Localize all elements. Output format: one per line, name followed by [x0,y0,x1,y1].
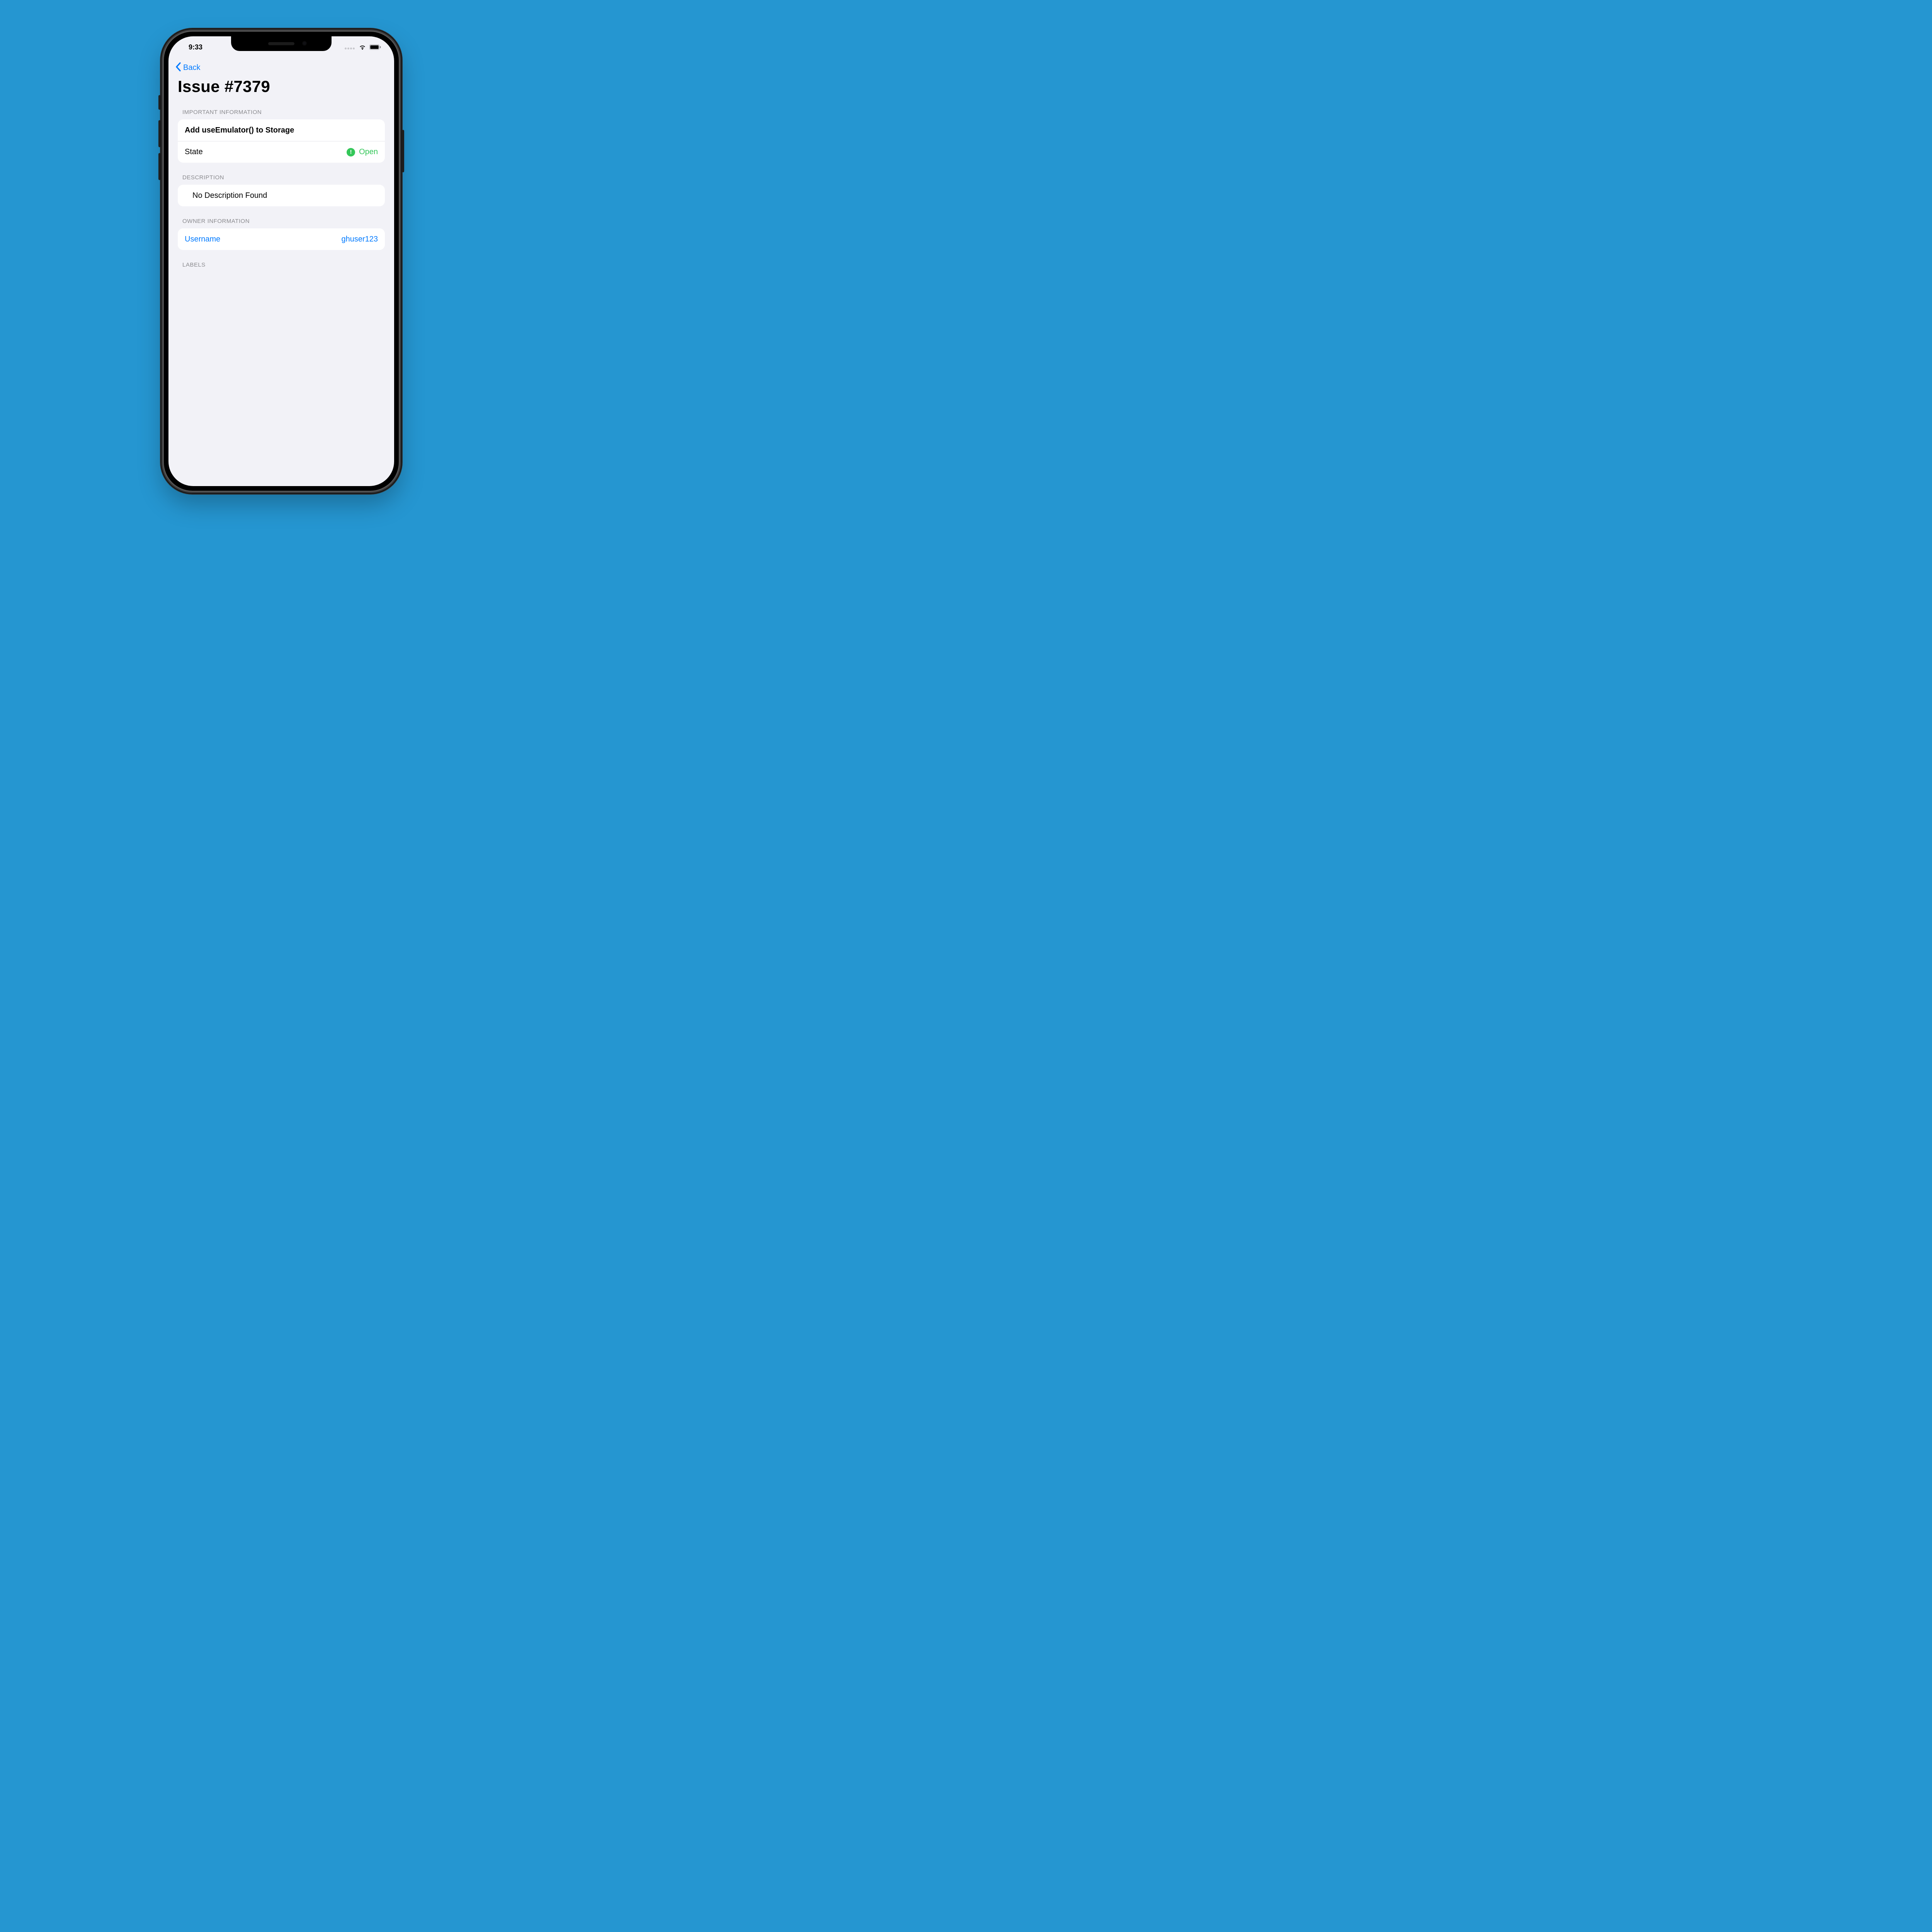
status-time: 9:33 [185,43,202,51]
volume-down-button [158,153,161,180]
state-label: State [185,148,203,156]
section-header-description: DESCRIPTION [178,169,385,185]
card-owner: Username ghuser123 [178,228,385,250]
state-value: Open [359,148,378,156]
section-description: DESCRIPTION No Description Found [168,167,394,210]
speaker-grill [268,42,294,45]
card-important: Add useEmulator() to Storage State ! Ope… [178,119,385,163]
section-header-owner: OWNER INFORMATION [178,213,385,228]
phone-notch [231,36,332,51]
mute-switch [158,95,161,110]
section-header-important: IMPORTANT INFORMATION [178,104,385,119]
issue-title-row: Add useEmulator() to Storage [178,119,385,141]
card-description: No Description Found [178,185,385,206]
owner-username-row[interactable]: Username ghuser123 [178,228,385,250]
battery-icon [369,44,381,50]
phone-frame: 9:33 [162,29,401,493]
power-button [402,130,404,172]
section-labels: LABELS [168,254,394,276]
section-important-info: IMPORTANT INFORMATION Add useEmulator() … [168,101,394,167]
username-label: Username [185,235,220,244]
description-row: No Description Found [178,185,385,206]
wifi-icon [359,44,366,50]
cellular-dots-icon [345,43,355,51]
issue-state-row: State ! Open [178,141,385,163]
nav-bar: Back [168,58,394,76]
state-value-wrap: ! Open [347,148,378,156]
status-right [345,43,383,51]
back-button[interactable]: Back [183,63,200,72]
issue-title: Add useEmulator() to Storage [185,126,294,135]
state-open-icon: ! [347,148,355,156]
section-owner: OWNER INFORMATION Username ghuser123 [168,210,394,254]
page-title: Issue #7379 [168,76,394,101]
volume-up-button [158,120,161,147]
username-value: ghuser123 [341,235,378,244]
front-camera-icon [302,41,307,46]
back-chevron-icon[interactable] [175,62,182,73]
section-header-labels: LABELS [178,256,385,272]
description-body: No Description Found [185,191,267,200]
phone-screen: 9:33 [168,36,394,486]
